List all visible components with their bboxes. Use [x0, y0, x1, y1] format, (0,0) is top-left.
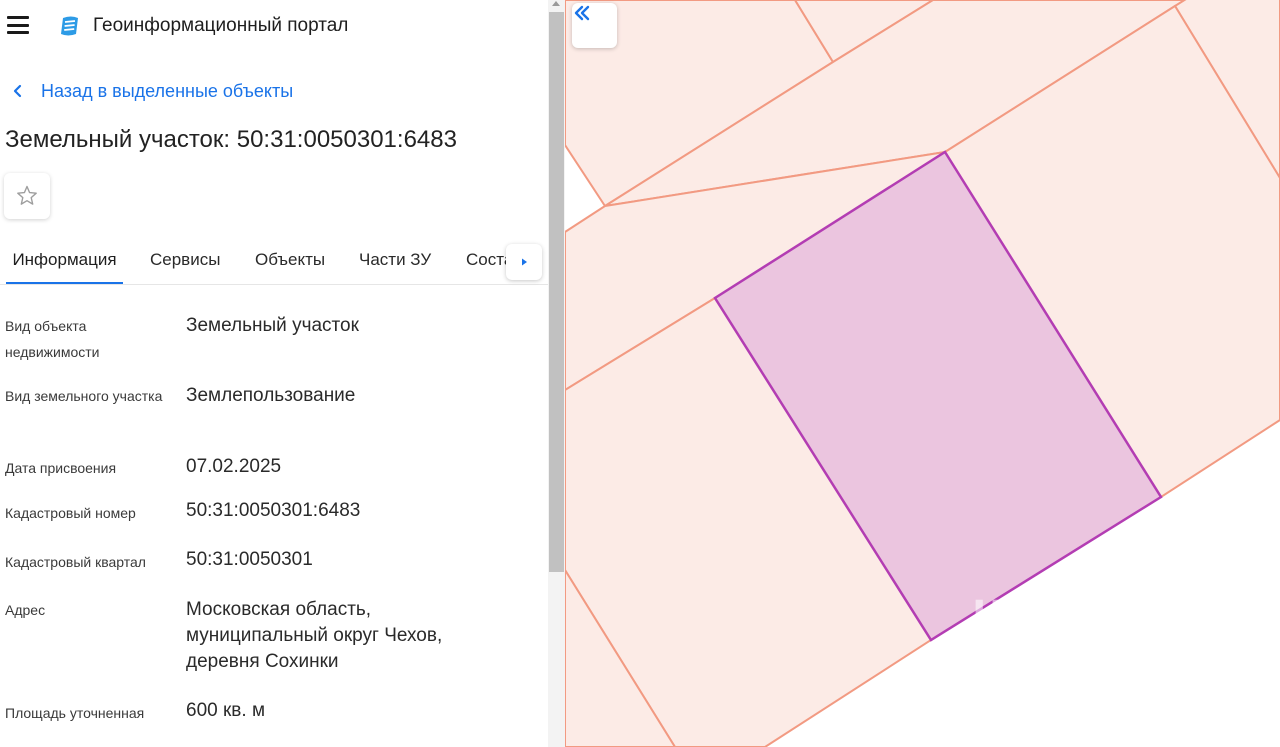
hamburger-icon[interactable] [7, 16, 29, 34]
scrollbar-thumb[interactable] [549, 12, 564, 572]
property-label: Кадастровый квартал [5, 554, 146, 570]
tabs-scroll-right-button[interactable] [506, 244, 542, 280]
property-label: Дата присвоения [5, 460, 117, 476]
portal-logo-icon[interactable] [57, 14, 81, 38]
chevron-left-icon [13, 84, 22, 98]
caret-right-icon [522, 258, 527, 266]
double-chevron-left-icon [574, 5, 590, 21]
watermark-text: циан [972, 581, 1105, 639]
property-value: 07.02.2025 [186, 456, 282, 477]
info-panel: Геоинформационный портал Назад в выделен… [0, 0, 548, 747]
app-window: Геоинформационный портал Назад в выделен… [0, 0, 1280, 747]
property-label: Вид объекта недвижимости [5, 318, 100, 360]
property-label: Кадастровый номер [5, 505, 136, 521]
cadastral-map[interactable] [565, 0, 1280, 747]
tab-bar: Информация Сервисы Объекты Части ЗУ Сост… [0, 240, 548, 285]
collapse-panel-button[interactable] [572, 3, 617, 48]
property-value: Землепользование [186, 385, 356, 406]
property-value: 50:31:0050301 [186, 549, 313, 570]
tab-information[interactable]: Информация [6, 240, 123, 284]
back-link-label: Назад в выделенные объекты [41, 81, 294, 101]
page-title: Земельный участок: 50:31:0050301:6483 [5, 126, 457, 153]
property-label: Адрес [5, 602, 46, 618]
panel-scrollbar[interactable] [548, 0, 565, 747]
tab-objects[interactable]: Объекты [255, 240, 325, 282]
tab-parcel-parts[interactable]: Части ЗУ [359, 240, 431, 282]
property-label: Вид земельного участка [5, 388, 163, 404]
property-value: Московская область, муниципальный округ … [186, 599, 443, 672]
portal-title: Геоинформационный портал [93, 15, 349, 36]
star-icon [17, 185, 37, 205]
property-value: 50:31:0050301:6483 [186, 500, 361, 521]
scroll-up-arrow-icon[interactable] [552, 1, 560, 6]
back-to-selection-link[interactable]: Назад в выделенные объекты [11, 79, 293, 103]
map-view[interactable]: циан [565, 0, 1280, 747]
tab-services[interactable]: Сервисы [150, 240, 220, 282]
property-value: 600 кв. м [186, 700, 266, 721]
property-value: Земельный участок [186, 315, 359, 336]
property-label: Площадь уточненная [5, 705, 145, 721]
favorite-button[interactable] [4, 173, 50, 219]
